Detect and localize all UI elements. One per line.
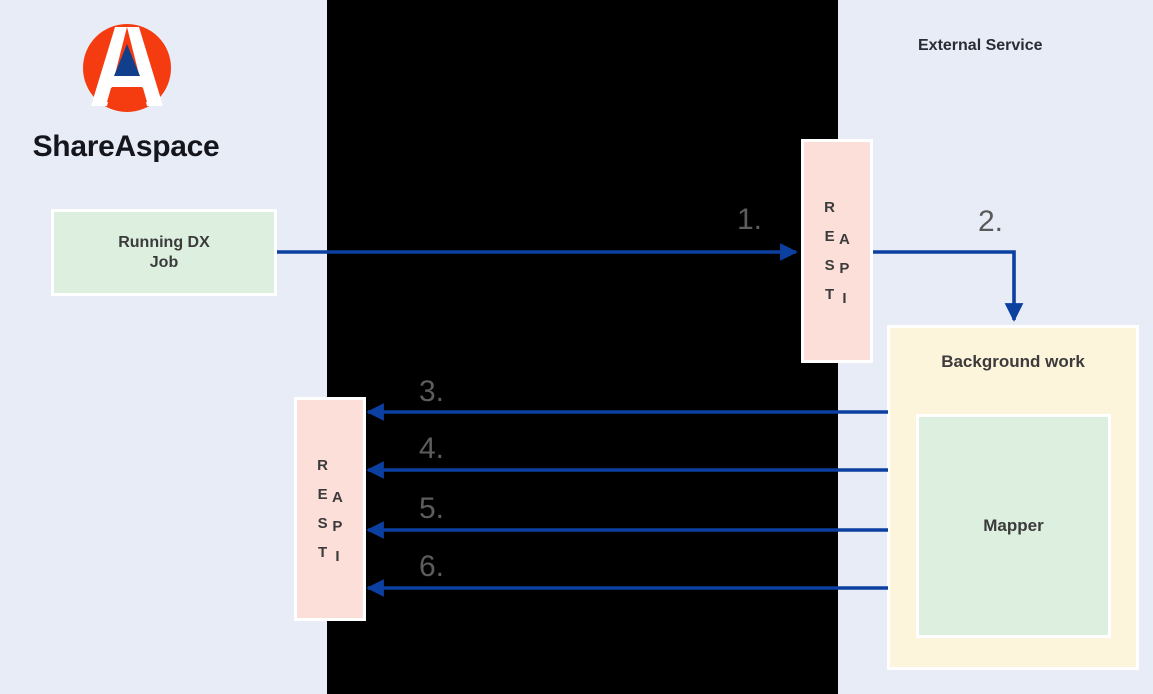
shareaspace-logo-icon — [83, 24, 171, 112]
brand-logo: ShareAspace — [28, 18, 224, 163]
node-rest-api-shareaspace[interactable]: R E S T A P I — [294, 397, 366, 621]
letter-i: I — [842, 289, 847, 307]
letter-e: E — [317, 485, 328, 503]
node-rest-api-external[interactable]: R E S T A P I — [801, 139, 873, 363]
letter-p: P — [839, 260, 850, 278]
letter-a: A — [332, 489, 343, 507]
diagram-canvas: ShareAspace Running DX Job R E S T A P I… — [0, 0, 1153, 694]
node-mapper-label: Mapper — [983, 516, 1044, 536]
node-background-work-label: Background work — [941, 352, 1085, 371]
node-running-dx-job-label: Running DX Job — [118, 233, 210, 273]
letter-t: T — [317, 544, 328, 562]
node-rest-api-shareaspace-api-letters: A P I — [332, 483, 343, 571]
step-label-1: 1. — [737, 203, 763, 236]
node-rest-api-shareaspace-rest-letters: R E S T — [317, 451, 328, 568]
node-rest-api-external-rest-letters: R E S T — [824, 193, 835, 310]
node-running-dx-job-label-line2: Job — [149, 253, 179, 271]
node-running-dx-job-label-line1: Running DX — [118, 233, 210, 251]
letter-e: E — [824, 227, 835, 245]
letter-r: R — [824, 198, 835, 216]
letter-r: R — [317, 456, 328, 474]
step-label-3: 3. — [419, 375, 445, 408]
letter-a: A — [839, 231, 850, 249]
letter-p: P — [332, 518, 343, 536]
step-label-6: 6. — [419, 550, 445, 583]
node-running-dx-job[interactable]: Running DX Job — [51, 209, 277, 296]
connector-step-2 — [873, 250, 1024, 322]
letter-s: S — [824, 257, 835, 274]
step-label-5: 5. — [419, 492, 445, 525]
letter-s: S — [317, 515, 328, 532]
section-divider-band — [327, 0, 838, 694]
node-rest-api-external-api-letters: A P I — [839, 225, 850, 313]
step-label-2: 2. — [978, 205, 1004, 238]
letter-t: T — [824, 286, 835, 304]
node-mapper[interactable]: Mapper — [916, 414, 1111, 638]
brand-name: ShareAspace — [32, 130, 220, 163]
letter-i: I — [335, 547, 340, 565]
external-service-label: External Service — [918, 37, 1043, 54]
step-label-4: 4. — [419, 432, 445, 465]
